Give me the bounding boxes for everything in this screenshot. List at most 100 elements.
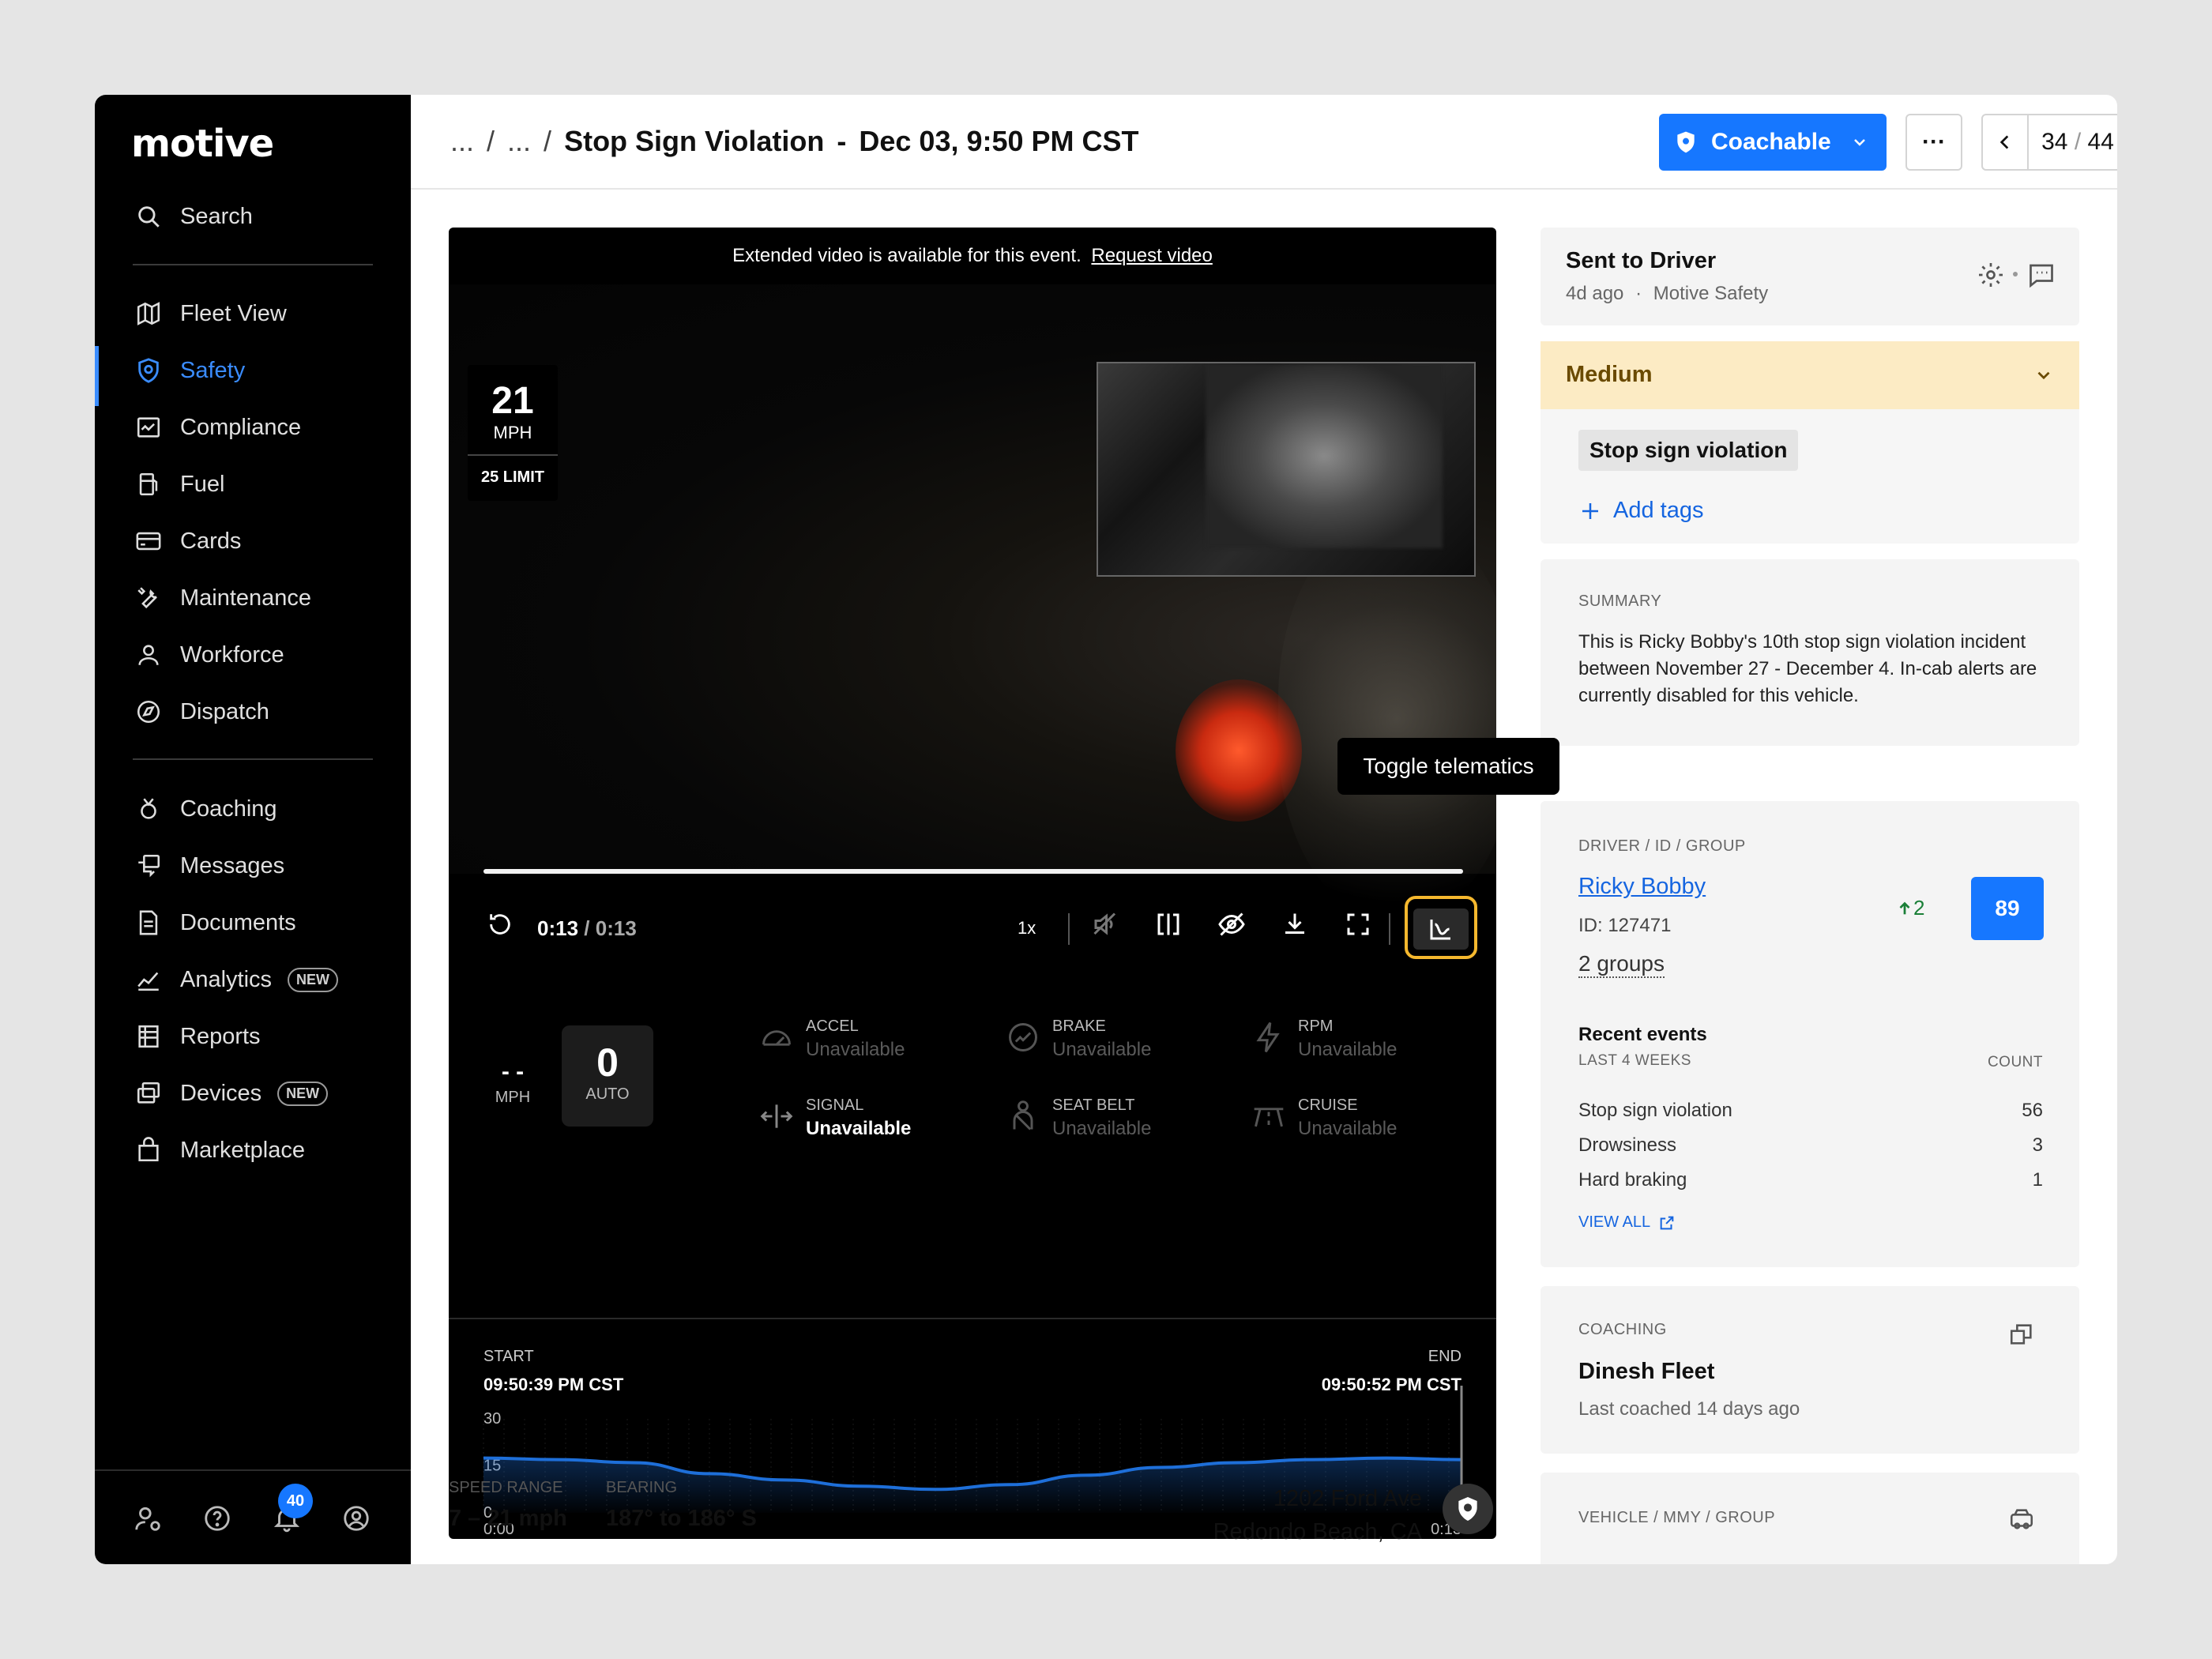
driver-groups-link[interactable]: 2 groups <box>1578 951 1665 978</box>
speed-range-value: 7 – 21 mph <box>449 1506 567 1531</box>
event-address: 1202 Ford Ave Redondo Beach, CA <box>1122 1482 1422 1548</box>
speed-range-label: SPEED RANGE <box>449 1479 563 1496</box>
sidebar-item-maintenance[interactable]: Maintenance <box>133 576 311 620</box>
roadside-rock <box>1278 521 1496 916</box>
sidebar-item-reports[interactable]: Reports <box>133 1014 261 1059</box>
sidebar-item-workforce[interactable]: Workforce <box>133 633 284 677</box>
event-name: Stop sign violation <box>1578 1100 1732 1121</box>
sidebar-item-devices[interactable]: Devices NEW <box>133 1071 329 1115</box>
event-count: 3 <box>2032 1134 2043 1156</box>
period-label: LAST 4 WEEKS <box>1578 1052 1691 1069</box>
help-icon[interactable] <box>200 1501 235 1536</box>
driver-name-link[interactable]: Ricky Bobby <box>1578 874 1706 900</box>
sidebar-item-fleet-view[interactable]: Fleet View <box>133 292 287 336</box>
user-settings-icon[interactable] <box>130 1501 165 1536</box>
control-divider <box>1068 913 1070 945</box>
dispatch-icon <box>133 696 164 728</box>
request-video-link[interactable]: Request video <box>1091 245 1212 266</box>
coachable-dropdown-button[interactable]: Coachable <box>1659 114 1887 171</box>
pager-total: 44 <box>2087 129 2114 155</box>
add-tags-button[interactable]: Add tags <box>1578 498 1703 524</box>
sidebar-item-fuel[interactable]: Fuel <box>133 462 224 506</box>
vehicle-icon[interactable] <box>2008 1506 2035 1537</box>
score-trend: 2 <box>1896 896 1924 920</box>
chevron-left-icon <box>1999 135 2009 149</box>
app-window: motive Search Fleet View Safety Complian… <box>95 95 2117 1564</box>
stat-value: Unavailable <box>1298 1118 1398 1139</box>
person-icon <box>133 639 164 671</box>
fullscreen-icon <box>1347 913 1369 935</box>
chevron-down-icon <box>2033 365 2054 389</box>
y-tick-label: 30 <box>483 1410 501 1428</box>
sidebar-item-safety[interactable]: Safety <box>133 348 245 393</box>
sidebar-item-label: Documents <box>180 909 296 935</box>
driver-id: ID: 127471 <box>1578 915 1672 936</box>
replay-button[interactable] <box>480 902 520 946</box>
gear-icon[interactable] <box>1977 261 2005 293</box>
severity-dropdown[interactable]: Medium <box>1540 341 2079 409</box>
sidebar-item-label: Dispatch <box>180 698 269 724</box>
more-options-button[interactable]: ··· <box>1905 114 1962 171</box>
copy-icon[interactable] <box>2008 1321 2035 1352</box>
add-tags-label: Add tags <box>1613 498 1704 523</box>
search-icon <box>133 201 164 232</box>
location-map-button[interactable] <box>1443 1484 1493 1534</box>
driver-camera-pip[interactable] <box>1097 362 1476 577</box>
marketplace-icon <box>133 1134 164 1166</box>
summary-card: SUMMARY This is Ricky Bobby's 10th stop … <box>1540 559 2079 746</box>
sidebar-item-label: Marketplace <box>180 1137 305 1163</box>
comment-icon[interactable] <box>2027 261 2056 293</box>
sidebar-item-label: Cards <box>180 528 242 554</box>
vehicle-card: VEHICLE / MMY / GROUP <box>1540 1473 2079 1564</box>
search-nav[interactable]: Search <box>133 194 253 239</box>
safety-score-badge[interactable]: 89 <box>1971 877 2044 940</box>
breadcrumb: ... / ... / Stop Sign Violation - Dec 03… <box>450 125 1139 158</box>
vehicle-label: VEHICLE / MMY / GROUP <box>1578 1509 1776 1526</box>
event-tag[interactable]: Stop sign violation <box>1578 430 1799 471</box>
stat-brake: BRAKE Unavailable <box>1003 1018 1151 1061</box>
sidebar-bottom-divider <box>95 1469 411 1471</box>
stat-value: Unavailable <box>1052 1118 1152 1139</box>
external-link-icon <box>1660 1216 1674 1229</box>
sidebar-item-dispatch[interactable]: Dispatch <box>133 690 269 734</box>
sidebar-item-messages[interactable]: Messages <box>133 844 284 888</box>
view-all-link[interactable]: VIEW ALL <box>1578 1213 1676 1232</box>
extended-video-text: Extended video is available for this eve… <box>732 245 1082 266</box>
sidebar-item-label: Messages <box>180 852 285 878</box>
recent-events-title: Recent events <box>1578 1024 1707 1045</box>
event-pager: 34 / 44 <box>1981 114 2117 171</box>
reports-icon <box>133 1021 164 1052</box>
action-dot <box>2013 272 2018 276</box>
playback-rate-button[interactable]: 1x <box>1018 918 1036 939</box>
toggle-telematics-button[interactable] <box>1413 908 1469 950</box>
sidebar-item-marketplace[interactable]: Marketplace <box>133 1128 305 1172</box>
sidebar-item-documents[interactable]: Documents <box>133 901 296 945</box>
split-view-button[interactable] <box>1149 902 1188 946</box>
sidebar-divider <box>133 264 373 265</box>
event-name: Hard braking <box>1578 1169 1687 1191</box>
hide-button[interactable] <box>1212 902 1251 946</box>
sidebar: motive Search Fleet View Safety Complian… <box>95 95 411 1564</box>
download-button[interactable] <box>1275 902 1315 946</box>
brake-icon <box>1003 1018 1043 1057</box>
profile-icon[interactable] <box>339 1501 374 1536</box>
driver-section-label: DRIVER / ID / GROUP <box>1578 837 1746 855</box>
mute-button[interactable] <box>1085 902 1125 946</box>
previous-event-button[interactable] <box>1983 115 2027 169</box>
stop-sign-glow <box>1176 679 1302 822</box>
motive-logo[interactable]: motive <box>131 122 274 166</box>
split-view-icon <box>1157 913 1179 935</box>
fullscreen-button[interactable] <box>1338 902 1378 946</box>
sidebar-item-compliance[interactable]: Compliance <box>133 405 301 450</box>
tags-card: Stop sign violation Add tags <box>1540 409 2079 544</box>
sidebar-item-label: Reports <box>180 1023 261 1049</box>
coach-name: Dinesh Fleet <box>1578 1359 1715 1384</box>
location-pin-icon <box>1458 1497 1477 1521</box>
sidebar-item-coaching[interactable]: Coaching <box>133 787 277 831</box>
fuel-icon <box>133 468 164 500</box>
breadcrumb-item[interactable]: ... <box>507 125 531 158</box>
speed-overlay: 21 MPH 25 LIMIT <box>468 365 558 501</box>
sidebar-item-cards[interactable]: Cards <box>133 519 241 563</box>
sidebar-item-analytics[interactable]: Analytics NEW <box>133 957 339 1002</box>
breadcrumb-item[interactable]: ... <box>450 125 474 158</box>
